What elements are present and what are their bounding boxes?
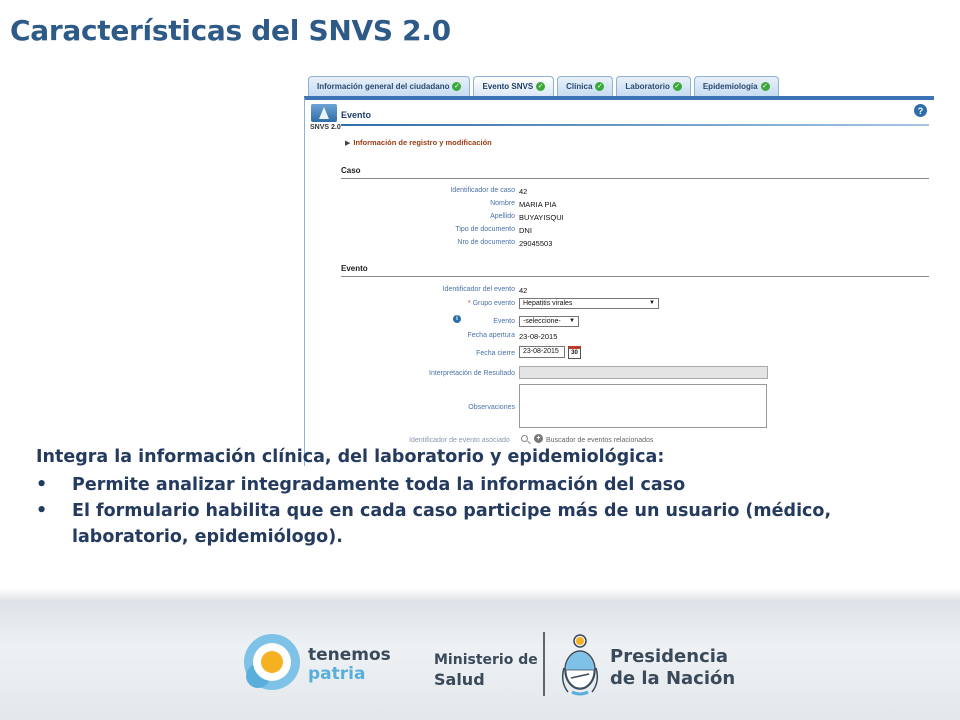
tenemos-patria-logo-icon: [244, 634, 300, 690]
evento-id-value: 42: [519, 286, 528, 295]
check-icon: ✓: [595, 82, 605, 91]
grupo-evento-select[interactable]: Hepatitis virales ▼: [519, 298, 659, 309]
bullet-dot: •: [36, 475, 48, 495]
snvs-logo-icon: [311, 104, 337, 122]
observaciones-textarea[interactable]: [519, 384, 767, 428]
required-marker: *: [467, 300, 471, 307]
field-label: Nro de documento: [457, 239, 515, 246]
tenemos-patria-logo-text: tenemos patria: [308, 646, 391, 684]
tenemos-text: tenemos: [308, 645, 391, 665]
tab-laboratorio[interactable]: Laboratorio ✓: [616, 76, 691, 96]
plus-icon[interactable]: +: [534, 434, 543, 443]
tab-label: Clínica: [566, 82, 593, 91]
field-label: Apellido: [490, 213, 515, 220]
registro-link-label: Información de registro y modificación: [353, 138, 492, 147]
check-icon: ✓: [760, 82, 770, 91]
field-value: 42: [519, 187, 528, 196]
check-icon: ✓: [452, 82, 462, 91]
grupo-evento-value: Hepatitis virales: [523, 300, 573, 307]
fecha-apertura-value: 23-08-2015: [519, 332, 558, 341]
evento-select-value: -seleccione-: [523, 318, 561, 325]
check-icon: ✓: [536, 82, 546, 91]
fecha-apertura-label: Fecha apertura: [467, 332, 515, 339]
caret-down-icon: ▼: [569, 318, 575, 324]
slide-title: Características del SNVS 2.0: [10, 14, 451, 47]
fecha-cierre-input[interactable]: 23-08-2015: [519, 346, 565, 358]
bullet-item: • El formulario habilita que en cada cas…: [36, 498, 936, 550]
presidencia-logo-text: Presidencia de la Nación: [610, 646, 735, 690]
tab-clinica[interactable]: Clínica ✓: [557, 76, 614, 96]
de-la-nacion-text: de la Nación: [610, 668, 736, 689]
body-intro: Integra la información clínica, del labo…: [36, 447, 665, 467]
registro-toggle[interactable]: ▶ Información de registro y modificación: [345, 138, 492, 147]
interpretacion-field: [519, 366, 768, 379]
triangle-right-icon: ▶: [345, 140, 351, 147]
tab-bar: Información general del ciudadano ✓ Even…: [308, 76, 782, 96]
field-label: Tipo de documento: [455, 226, 515, 233]
tab-evento-snvs[interactable]: Evento SNVS ✓: [473, 76, 555, 96]
bullet-item: • Permite analizar integradamente toda l…: [36, 472, 936, 498]
field-value: 29045503: [519, 239, 553, 248]
evento-select[interactable]: -seleccione- ▼: [519, 316, 579, 327]
caret-down-icon: ▼: [649, 300, 655, 306]
bullet-dot: •: [36, 501, 48, 521]
presidencia-text: Presidencia: [610, 646, 729, 667]
buscador-eventos-link[interactable]: Buscador de eventos relacionados: [546, 437, 653, 444]
evento-id-label: Identificador del evento: [442, 286, 515, 293]
section-caso: Caso: [341, 166, 929, 179]
section-evento: Evento: [341, 264, 929, 277]
evento-asociado-label: Identificador de evento asociado: [409, 437, 510, 444]
patria-text: patria: [308, 664, 366, 684]
check-icon: ✓: [672, 82, 682, 91]
tab-label: Epidemiología: [702, 82, 758, 91]
panel-title-underline: [341, 124, 929, 126]
ministerio-text: Ministerio de: [434, 652, 538, 668]
interpretacion-label: Interpretación de Resultado: [429, 370, 515, 377]
calendar-icon[interactable]: 30: [568, 346, 581, 359]
search-icon[interactable]: [521, 435, 528, 442]
tab-label: Evento SNVS: [482, 82, 534, 91]
bullet-text: El formulario habilita que en cada caso …: [72, 501, 832, 547]
field-label: Nombre: [490, 200, 515, 207]
field-value: BUYAYISQUI: [519, 213, 564, 222]
ministerio-salud-logo: Ministerio de Salud: [434, 650, 538, 690]
evento-panel: SNVS 2.0 Evento ? ▶ Información de regist…: [304, 96, 934, 466]
snvs-logo-text: SNVS 2.0: [310, 124, 341, 131]
salud-text: Salud: [434, 670, 485, 689]
grupo-evento-label: * Grupo evento: [305, 300, 515, 307]
tab-label: Información general del ciudadano: [317, 82, 450, 91]
help-icon[interactable]: ?: [914, 104, 927, 117]
fecha-cierre-label: Fecha cierre: [476, 350, 515, 357]
slide-body: Integra la información clínica, del labo…: [36, 444, 936, 550]
snvs-screenshot: Información general del ciudadano ✓ Even…: [304, 74, 934, 466]
grupo-evento-label-text: Grupo evento: [472, 300, 515, 307]
field-value: DNI: [519, 226, 532, 235]
evento-label: Evento: [493, 318, 515, 325]
tab-epidemiologia[interactable]: Epidemiología ✓: [693, 76, 779, 96]
tab-informacion-general[interactable]: Información general del ciudadano ✓: [308, 76, 471, 96]
panel-title: Evento: [341, 110, 372, 120]
coat-of-arms-icon: [561, 634, 599, 696]
field-value: MARIA PIA: [519, 200, 557, 209]
footer-divider: [543, 632, 545, 696]
observaciones-label: Observaciones: [468, 404, 515, 411]
tab-label: Laboratorio: [625, 82, 670, 91]
bullet-text: Permite analizar integradamente toda la …: [72, 475, 686, 495]
field-label: Identificador de caso: [450, 187, 515, 194]
